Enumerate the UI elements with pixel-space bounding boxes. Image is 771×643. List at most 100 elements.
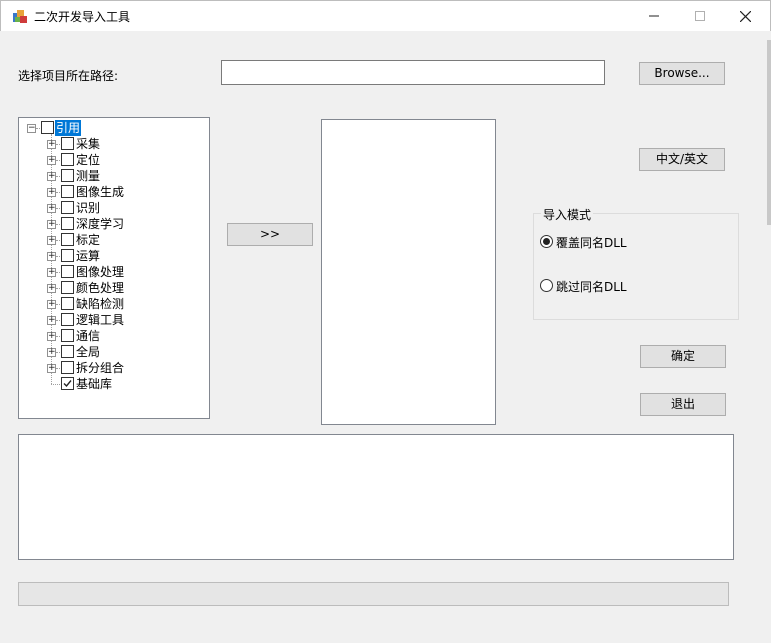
exit-button[interactable]: 退出 (640, 393, 726, 416)
collapse-icon[interactable]: − (27, 124, 36, 133)
expand-icon[interactable]: + (47, 268, 56, 277)
tree-checkbox[interactable] (61, 345, 74, 358)
tree-node[interactable]: + 标定 (47, 232, 197, 248)
radio-button[interactable] (540, 279, 553, 292)
language-toggle-button[interactable]: 中文/英文 (639, 148, 725, 171)
tree-checkbox[interactable] (61, 329, 74, 342)
tree-checkbox[interactable] (61, 233, 74, 246)
expand-icon[interactable]: + (47, 220, 56, 229)
tree-node[interactable]: + 全局 (47, 344, 197, 360)
path-input[interactable] (221, 60, 605, 85)
tree-node[interactable]: + 通信 (47, 328, 197, 344)
tree-connector (56, 240, 60, 241)
import-mode-title: 导入模式 (541, 206, 594, 223)
tree-node-label: 采集 (76, 137, 101, 151)
add-to-list-button[interactable]: >> (227, 223, 313, 246)
tree-root[interactable]: − 引用 (27, 120, 97, 136)
expand-icon[interactable]: + (47, 332, 56, 341)
checkmark-icon (63, 380, 72, 388)
tree-node[interactable]: + 图像生成 (47, 184, 197, 200)
minimize-icon (649, 15, 659, 17)
progress-bar (18, 582, 729, 606)
tree-checkbox[interactable] (41, 121, 54, 134)
tree-node[interactable]: + 拆分组合 (47, 360, 197, 376)
tree-connector (56, 256, 60, 257)
tree-connector (56, 288, 60, 289)
tree-checkbox[interactable] (61, 169, 74, 182)
tree-node-label: 测量 (76, 169, 101, 183)
tree-node-label: 拆分组合 (76, 361, 125, 375)
tree-node-label: 逻辑工具 (76, 313, 125, 327)
tree-node-label: 图像生成 (76, 185, 125, 199)
tree-node-label: 全局 (76, 345, 101, 359)
tree-node[interactable]: + 缺陷检测 (47, 296, 197, 312)
radio-skip-label: 跳过同名DLL (556, 280, 627, 294)
tree-checkbox[interactable] (61, 281, 74, 294)
tree-checkbox[interactable] (61, 249, 74, 262)
log-output[interactable] (18, 434, 734, 560)
tree-connector (56, 336, 60, 337)
tree-checkbox[interactable] (61, 265, 74, 278)
expand-icon[interactable]: + (47, 300, 56, 309)
expand-icon[interactable]: + (47, 348, 56, 357)
tree-connector (51, 384, 60, 385)
tree-checkbox[interactable] (61, 137, 74, 150)
tree-node-label: 识别 (76, 201, 101, 215)
expand-icon[interactable]: + (47, 156, 56, 165)
tree-node-label: 缺陷检测 (76, 297, 125, 311)
path-label: 选择项目所在路径: (18, 69, 119, 83)
tree-connector (56, 192, 60, 193)
tree-checkbox[interactable] (61, 185, 74, 198)
tree-node[interactable]: + 运算 (47, 248, 197, 264)
tree-node-label: 深度学习 (76, 217, 125, 231)
tree-connector (56, 144, 60, 145)
tree-node[interactable]: + 测量 (47, 168, 197, 184)
radio-button[interactable] (540, 235, 553, 248)
tree-node[interactable]: + 识别 (47, 200, 197, 216)
tree-checkbox[interactable] (61, 297, 74, 310)
window-title: 二次开发导入工具 (34, 10, 131, 24)
tree-node-label: 基础库 (76, 377, 113, 391)
expand-icon[interactable]: + (47, 236, 56, 245)
close-button[interactable] (722, 1, 768, 31)
expand-icon[interactable]: + (47, 364, 56, 373)
expand-icon[interactable]: + (47, 188, 56, 197)
tree-node[interactable]: + 定位 (47, 152, 197, 168)
tree-checkbox[interactable] (61, 313, 74, 326)
expand-icon[interactable]: + (47, 140, 56, 149)
tree-node[interactable]: + 图像处理 (47, 264, 197, 280)
minimize-button[interactable] (631, 1, 677, 31)
tree-node[interactable]: 基础库 (47, 376, 197, 392)
tree-checkbox[interactable] (61, 377, 74, 390)
expand-icon[interactable]: + (47, 172, 56, 181)
tree-checkbox[interactable] (61, 201, 74, 214)
expand-icon[interactable]: + (47, 284, 56, 293)
maximize-icon (695, 11, 705, 21)
radio-selected-dot (543, 238, 550, 245)
close-icon (739, 10, 751, 23)
tree-checkbox[interactable] (61, 217, 74, 230)
window-edge (767, 40, 771, 225)
expand-icon[interactable]: + (47, 204, 56, 213)
tree-checkbox[interactable] (61, 361, 74, 374)
tree-node[interactable]: + 颜色处理 (47, 280, 197, 296)
expand-icon[interactable]: + (47, 316, 56, 325)
selected-modules-list[interactable] (321, 119, 496, 425)
tree-connector (56, 272, 60, 273)
confirm-button[interactable]: 确定 (640, 345, 726, 368)
tree-connector (56, 304, 60, 305)
module-tree[interactable]: − 引用 + 采集 + 定位 + 测量 + 图像生成 + 识别 + 深度学习 + 标定 + 运算 + 图像处理 + 颜色处… (18, 117, 210, 419)
tree-node-label: 通信 (76, 329, 101, 343)
tree-checkbox[interactable] (61, 153, 74, 166)
tree-node-label: 运算 (76, 249, 101, 263)
browse-button[interactable]: Browse... (639, 62, 725, 85)
tree-node[interactable]: + 深度学习 (47, 216, 197, 232)
tree-node[interactable]: + 逻辑工具 (47, 312, 197, 328)
tree-node[interactable]: + 采集 (47, 136, 197, 152)
import-mode-group (533, 213, 739, 320)
tree-node-label: 定位 (76, 153, 101, 167)
maximize-button[interactable] (677, 1, 723, 31)
expand-icon[interactable]: + (47, 252, 56, 261)
tree-connector (36, 128, 40, 129)
tree-connector (56, 352, 60, 353)
